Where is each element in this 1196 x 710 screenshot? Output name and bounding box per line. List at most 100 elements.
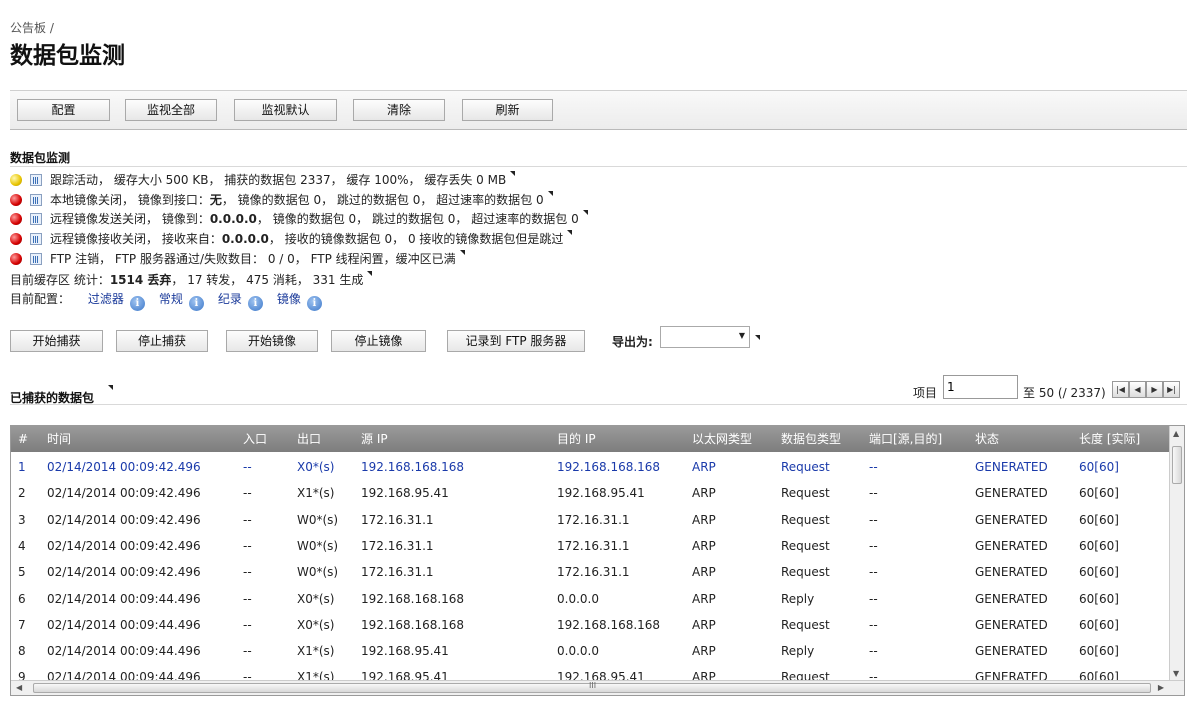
log-to-ftp-button[interactable]: 记录到 FTP 服务器 <box>447 330 585 352</box>
ftp-status-text: FTP 注销， FTP 服务器通过/失败数目： 0 / 0， FTP 线程闲置，… <box>50 252 456 266</box>
row-time: 02/14/2014 00:09:44.496 <box>47 591 201 606</box>
column-header[interactable]: 端口[源,目的] <box>869 426 942 452</box>
table-row[interactable]: 4 02/14/2014 00:09:42.496 -- W0*(s) 172.16.3… <box>11 533 1171 559</box>
row-ports: -- <box>869 512 878 527</box>
breadcrumb[interactable]: 公告板 / <box>10 19 54 36</box>
row-source-ip: 172.16.31.1 <box>361 565 434 580</box>
column-header[interactable]: 数据包类型 <box>781 426 841 452</box>
stats-chart-icon[interactable] <box>30 174 42 186</box>
row-ports: -- <box>869 644 878 659</box>
row-dest-ip: 0.0.0.0 <box>557 644 599 659</box>
row-packet-type: Request <box>781 538 830 553</box>
row-dest-ip: 192.168.168.168 <box>557 460 661 474</box>
horizontal-scrollbar[interactable]: ◀ III ▶ <box>11 680 1184 695</box>
remote-send-text-a: 远程镜像发送关闭， 镜像到： <box>50 212 210 226</box>
row-number: 1 <box>18 460 26 474</box>
table-row[interactable]: 6 02/14/2014 00:09:44.496 -- X0*(s) 192.168.… <box>11 586 1171 612</box>
scroll-thumb[interactable] <box>1172 446 1182 484</box>
info-icon[interactable]: i <box>129 296 145 311</box>
row-ports: -- <box>869 591 878 606</box>
scroll-thumb[interactable]: III <box>33 681 1151 693</box>
row-ether-type: ARP <box>692 538 716 553</box>
logging-link[interactable]: 纪录 <box>218 292 242 306</box>
row-source-ip: 192.168.168.168 <box>361 617 465 632</box>
start-capture-button[interactable]: 开始捕获 <box>10 330 103 352</box>
first-page-icon[interactable]: |◀ <box>1112 381 1129 398</box>
table-row[interactable]: 2 02/14/2014 00:09:42.496 -- X1*(s) 192.168.… <box>11 480 1171 506</box>
mirror-link[interactable]: 镜像 <box>277 292 301 306</box>
column-header[interactable]: 源 IP <box>361 426 388 452</box>
row-dest-ip: 172.16.31.1 <box>557 538 630 553</box>
info-icon[interactable]: i <box>247 296 263 311</box>
monitor-all-button[interactable]: 监视全部 <box>125 99 217 121</box>
scroll-left-icon[interactable]: ◀ <box>16 683 22 692</box>
row-number: 5 <box>18 565 26 580</box>
refresh-button[interactable]: 刷新 <box>462 99 553 121</box>
export-select[interactable]: ▼ <box>660 326 750 348</box>
item-number-input[interactable] <box>943 375 1018 399</box>
last-page-icon[interactable]: ▶| <box>1163 381 1180 398</box>
table-row[interactable]: 8 02/14/2014 00:09:44.496 -- X1*(s) 192.168.… <box>11 638 1171 664</box>
row-egress: X0*(s) <box>297 591 335 606</box>
row-number: 6 <box>18 591 26 606</box>
stats-chart-icon[interactable] <box>30 253 42 265</box>
row-status: GENERATED <box>975 460 1048 474</box>
row-status: GENERATED <box>975 644 1048 659</box>
scroll-down-icon[interactable]: ▼ <box>1173 669 1179 678</box>
remote-receive-text-a: 远程镜像接收关闭， 接收来自： <box>50 232 222 246</box>
row-egress: W0*(s) <box>297 512 339 527</box>
packet-table: # 时间 入口 出口 源 IP 目的 IP 以太网类型 数据包类型 端口[源,目… <box>10 425 1185 696</box>
row-dest-ip: 192.168.95.41 <box>557 486 645 501</box>
column-header[interactable]: 入口 <box>243 426 267 452</box>
stop-mirror-button[interactable]: 停止镜像 <box>331 330 426 352</box>
table-row[interactable]: 7 02/14/2014 00:09:44.496 -- X0*(s) 192.168.… <box>11 612 1171 638</box>
row-source-ip: 192.168.95.41 <box>361 486 449 501</box>
row-egress: X0*(s) <box>297 617 335 632</box>
row-time: 02/14/2014 00:09:44.496 <box>47 644 201 659</box>
configure-button[interactable]: 配置 <box>17 99 110 121</box>
filter-link[interactable]: 过滤器 <box>88 292 124 306</box>
scroll-up-icon[interactable]: ▲ <box>1173 429 1179 438</box>
clear-button[interactable]: 清除 <box>353 99 445 121</box>
red-status-light-icon <box>10 194 22 206</box>
row-egress: X0*(s) <box>297 460 335 474</box>
corner-marker-icon <box>567 230 573 235</box>
row-time: 02/14/2014 00:09:42.496 <box>47 460 201 474</box>
row-ingress: -- <box>243 565 252 580</box>
row-ports: -- <box>869 538 878 553</box>
stats-chart-icon[interactable] <box>30 213 42 225</box>
chevron-down-icon: ▼ <box>738 331 745 340</box>
column-header[interactable]: # <box>18 426 28 452</box>
yellow-status-light-icon <box>10 174 22 186</box>
row-number: 3 <box>18 512 26 527</box>
stats-chart-icon[interactable] <box>30 233 42 245</box>
row-egress: X1*(s) <box>297 644 335 659</box>
table-row[interactable]: 1 02/14/2014 00:09:42.496 -- X0*(s) 192.168.… <box>11 454 1171 480</box>
column-header[interactable]: 以太网类型 <box>692 426 752 452</box>
table-row[interactable]: 5 02/14/2014 00:09:42.496 -- W0*(s) 172.16.3… <box>11 559 1171 585</box>
row-length: 60[60] <box>1079 617 1119 632</box>
start-mirror-button[interactable]: 开始镜像 <box>226 330 318 352</box>
vertical-scrollbar[interactable]: ▲ ▼ <box>1169 426 1184 681</box>
info-icon[interactable]: i <box>188 296 204 311</box>
column-header[interactable]: 长度 [实际] <box>1079 426 1140 452</box>
next-page-icon[interactable]: ▶ <box>1146 381 1163 398</box>
row-number: 8 <box>18 644 26 659</box>
table-row[interactable]: 3 02/14/2014 00:09:42.496 -- W0*(s) 172.16.3… <box>11 507 1171 533</box>
column-header[interactable]: 时间 <box>47 426 71 452</box>
remote-send-text-b: ， 镜像的数据包 0， 跳过的数据包 0， 超过速率的数据包 0 <box>256 212 579 226</box>
general-link[interactable]: 常规 <box>159 292 183 306</box>
stop-capture-button[interactable]: 停止捕获 <box>116 330 208 352</box>
stats-chart-icon[interactable] <box>30 194 42 206</box>
remote-send-status-line: 远程镜像发送关闭， 镜像到：0.0.0.0， 镜像的数据包 0， 跳过的数据包 … <box>10 210 588 228</box>
column-header[interactable]: 状态 <box>975 426 999 452</box>
row-source-ip: 192.168.168.168 <box>361 460 465 474</box>
prev-page-icon[interactable]: ◀ <box>1129 381 1146 398</box>
column-header[interactable]: 出口 <box>297 426 321 452</box>
monitor-default-button[interactable]: 监视默认 <box>234 99 337 121</box>
column-header[interactable]: 目的 IP <box>557 426 596 452</box>
info-icon[interactable]: i <box>306 296 322 311</box>
row-source-ip: 192.168.95.41 <box>361 644 449 659</box>
scroll-right-icon[interactable]: ▶ <box>1158 683 1164 692</box>
row-length: 60[60] <box>1079 460 1119 474</box>
